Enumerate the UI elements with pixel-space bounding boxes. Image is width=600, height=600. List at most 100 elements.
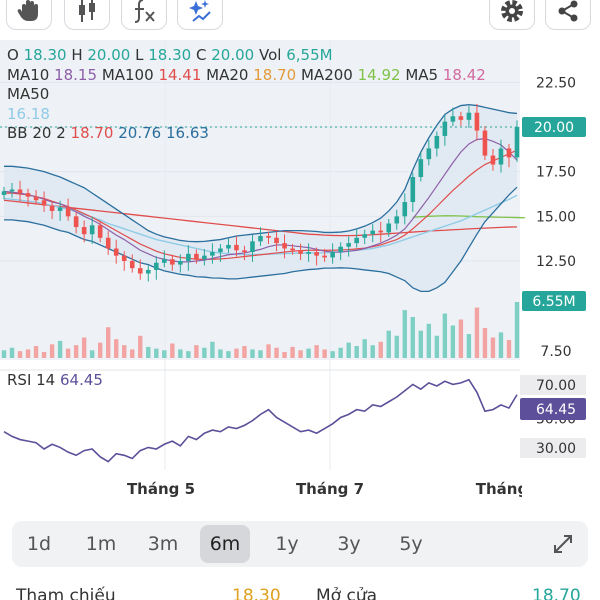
volume-bar — [386, 330, 391, 358]
candle-body — [1, 191, 7, 195]
candle-body — [202, 255, 207, 260]
period-3m[interactable]: 3m — [138, 525, 188, 563]
period-1y[interactable]: 1y — [262, 525, 312, 563]
candle-body — [234, 244, 239, 251]
close-value: 20.00 — [211, 46, 255, 64]
period-5y[interactable]: 5y — [386, 525, 436, 563]
candle-body — [426, 148, 432, 160]
volume-bar — [114, 339, 119, 358]
price-tick-label: 22.50 — [536, 75, 576, 91]
ma50-label: MA50 — [7, 85, 50, 103]
fullscreen-icon[interactable] — [538, 525, 588, 563]
volume-bar — [298, 350, 303, 358]
bb-label: BB 20 2 — [7, 124, 66, 142]
price-axis: 22.50 20.00 17.50 15.00 12.50 7.50 6.55M — [522, 75, 586, 360]
candle-body — [9, 189, 15, 192]
candle-body — [386, 223, 392, 233]
volume-bar — [146, 346, 151, 358]
candle-body — [65, 207, 71, 217]
candle-body — [306, 252, 311, 254]
candle-body — [250, 241, 255, 253]
volume-bar — [474, 307, 480, 358]
ma100-value: 14.41 — [158, 65, 202, 84]
share-icon[interactable] — [545, 0, 591, 30]
time-axis-label: Tháng 7 — [296, 480, 364, 498]
ma100-label: MA100 — [101, 65, 154, 84]
volume-bar — [242, 346, 247, 358]
volume-bar — [378, 341, 383, 358]
hand-icon[interactable] — [6, 0, 52, 30]
volume-bar — [362, 339, 367, 358]
gear-icon[interactable] — [489, 0, 535, 30]
high-value: 20.00 — [87, 46, 131, 64]
period-1d[interactable]: 1d — [14, 525, 64, 563]
candle-body — [57, 207, 63, 211]
price-tick-label: 15.00 — [536, 209, 576, 225]
indicator-fx-icon[interactable] — [121, 0, 167, 30]
volume-bar — [33, 346, 39, 358]
volume-bar — [65, 348, 71, 358]
volume-bar — [410, 316, 415, 358]
volume-bar — [306, 348, 311, 358]
candle-body — [394, 216, 400, 224]
candle-body — [338, 246, 343, 253]
volume-bar — [130, 349, 135, 358]
candle-body — [49, 205, 55, 211]
rsi-70-label: 70.00 — [536, 378, 576, 394]
volume-bar — [178, 349, 183, 358]
candle-body — [178, 261, 183, 265]
volume-bar — [394, 335, 399, 358]
candle-body — [330, 252, 335, 258]
candle-body — [186, 253, 191, 261]
period-selector: 1d 1m 3m 6m 1y 3y 5y — [12, 521, 588, 567]
ma50-value: 16.18 — [7, 104, 50, 123]
volume-bar — [1, 350, 7, 358]
candle-body — [362, 234, 368, 238]
candle-body — [81, 227, 87, 235]
ma10-label: MA10 — [7, 65, 50, 84]
candle-body — [490, 155, 496, 165]
candle-body — [25, 193, 31, 197]
ma5-value: 18.42 — [442, 65, 486, 84]
volume-bar — [17, 351, 23, 358]
candle-body — [162, 259, 167, 263]
ma20-label: MA20 — [206, 65, 249, 84]
candle-body — [314, 252, 319, 256]
time-axis-label: Tháng — [476, 480, 528, 498]
candlestick-icon[interactable] — [64, 0, 110, 30]
rsi-30-label: 30.00 — [536, 441, 576, 457]
period-3y[interactable]: 3y — [324, 525, 374, 563]
candle-body — [226, 244, 231, 249]
volume-bar — [330, 351, 335, 358]
candle-body — [113, 248, 119, 256]
volume-bar — [450, 325, 456, 358]
volume-bar — [418, 330, 424, 358]
price-tick-label: 7.50 — [540, 344, 571, 360]
candle-body — [354, 237, 359, 244]
volume-bar — [266, 344, 271, 358]
period-1m[interactable]: 1m — [76, 525, 126, 563]
candle-body — [402, 202, 408, 217]
toolbar — [0, 0, 600, 34]
high-label: H — [71, 46, 83, 64]
volume-bar — [258, 350, 263, 358]
candle-body — [121, 255, 127, 261]
volume-bar — [97, 342, 103, 358]
volume-bar — [506, 340, 512, 358]
volume-bar — [57, 340, 63, 358]
rsi-value: 64.45 — [60, 371, 103, 389]
volume-bar — [458, 319, 464, 358]
ma200-value: 14.92 — [357, 65, 401, 84]
volume-bar — [274, 347, 279, 358]
period-6m[interactable]: 6m — [200, 525, 250, 563]
candle-body — [145, 269, 151, 274]
candle-body — [17, 189, 23, 194]
candle-body — [242, 250, 247, 253]
volume-bar — [426, 323, 432, 358]
low-value: 18.30 — [148, 46, 192, 64]
rsi-legend: RSI 14 64.45 — [7, 371, 103, 389]
candle-body — [194, 253, 199, 260]
ai-drawing-icon[interactable] — [177, 0, 223, 30]
volume-bar — [290, 346, 295, 358]
reference-price-label: Tham chiếu — [16, 586, 116, 600]
